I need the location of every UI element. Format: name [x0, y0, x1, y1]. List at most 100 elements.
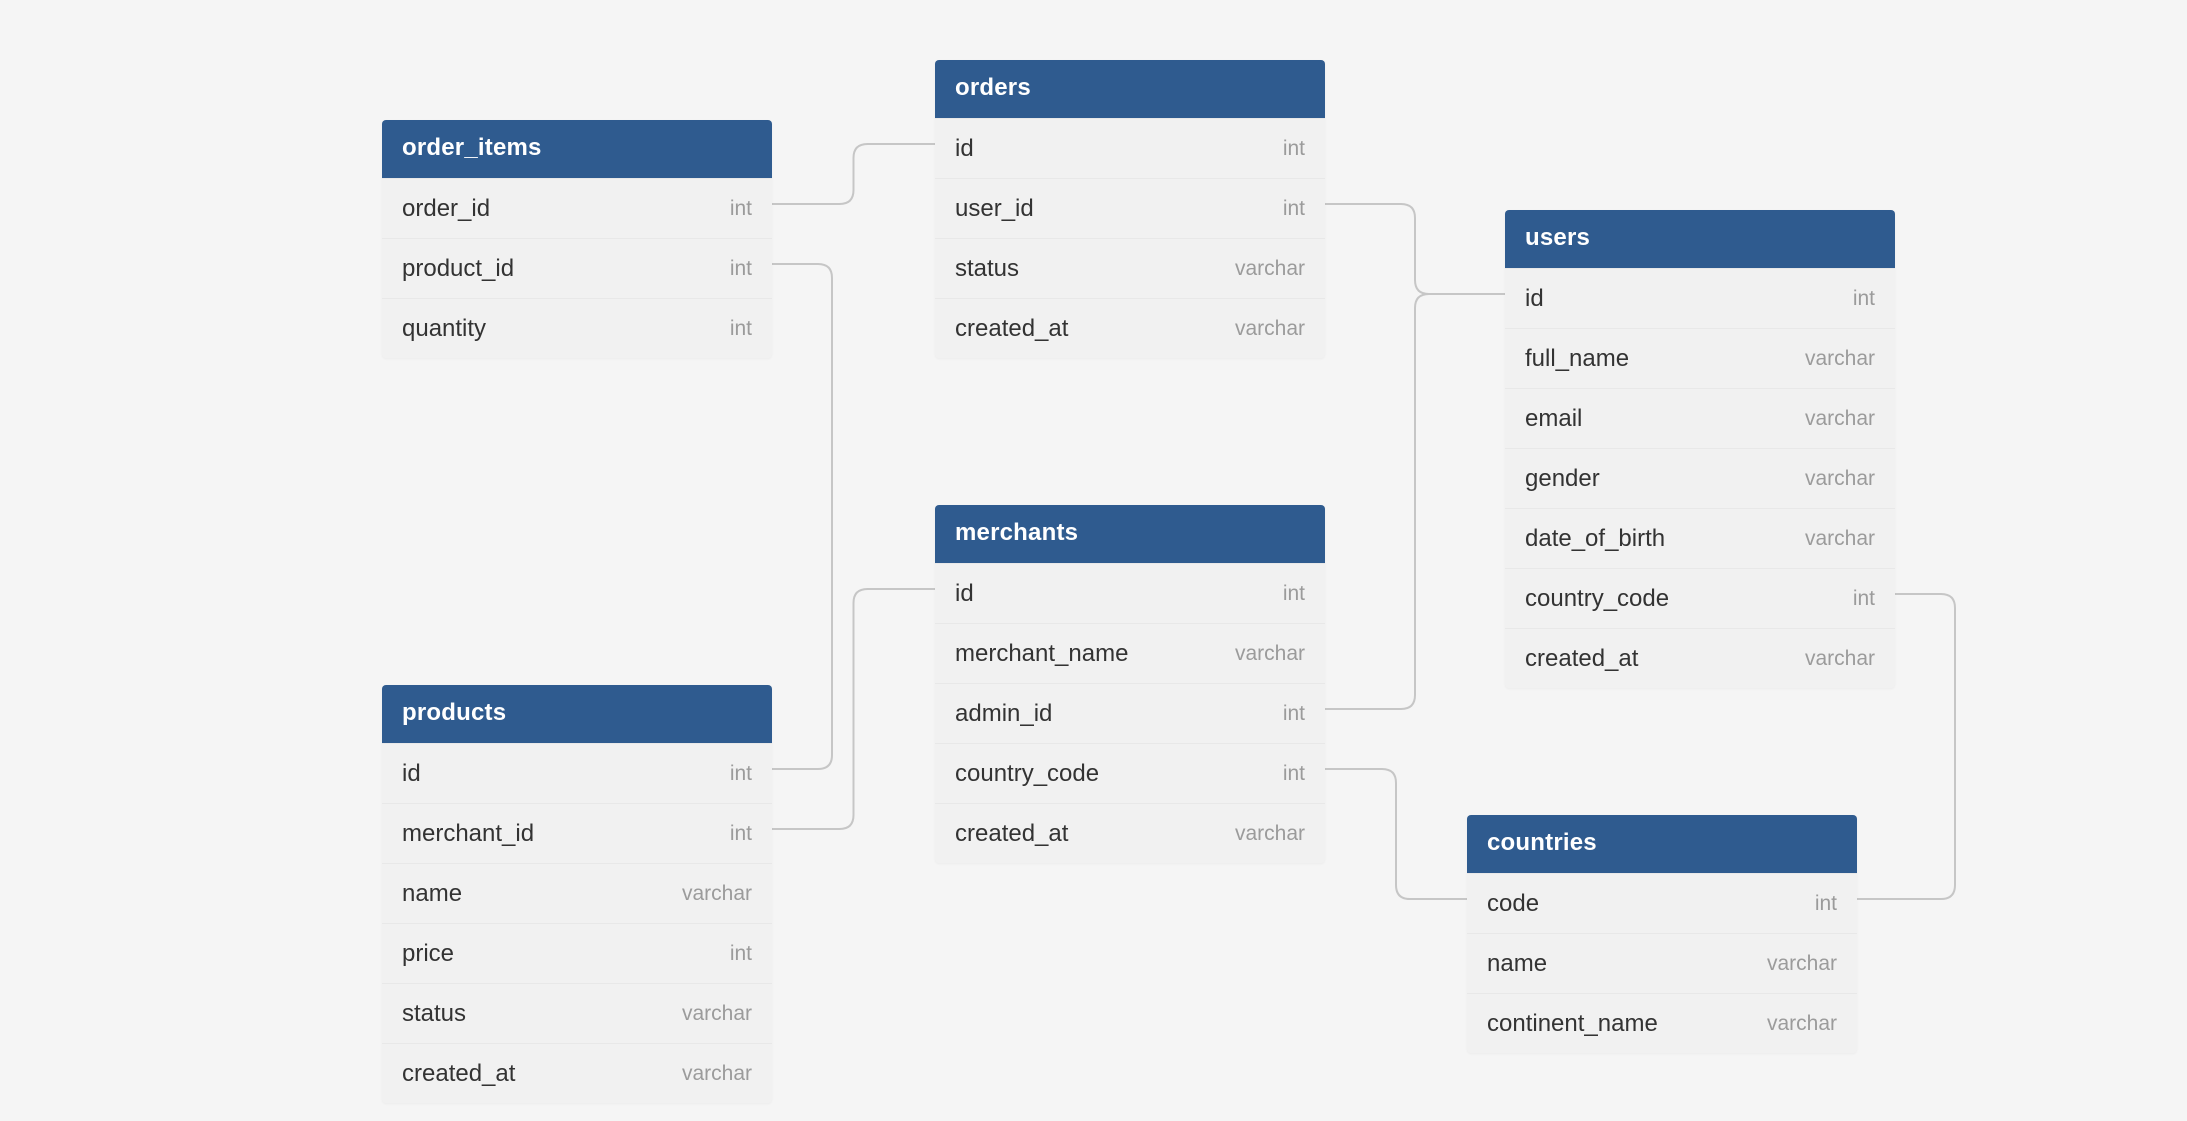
column-type: varchar [1805, 407, 1875, 431]
column-name: merchant_id [402, 820, 534, 848]
table-row[interactable]: created_at varchar [1505, 628, 1895, 688]
column-name: created_at [402, 1060, 515, 1088]
column-name: user_id [955, 195, 1034, 223]
column-type: int [1283, 137, 1305, 161]
column-name: status [402, 1000, 466, 1028]
column-type: varchar [1767, 1012, 1837, 1036]
table-row[interactable]: continent_name varchar [1467, 993, 1857, 1053]
table-row[interactable]: order_id int [382, 178, 772, 238]
column-type: int [730, 822, 752, 846]
column-name: order_id [402, 195, 490, 223]
column-type: int [730, 942, 752, 966]
column-name: country_code [1525, 585, 1669, 613]
table-row[interactable]: status varchar [382, 983, 772, 1043]
column-name: name [1487, 950, 1547, 978]
relation-connector [1325, 294, 1505, 709]
column-type: varchar [1805, 527, 1875, 551]
column-type: varchar [1235, 822, 1305, 846]
column-type: int [1283, 197, 1305, 221]
table-row[interactable]: code int [1467, 873, 1857, 933]
table-row[interactable]: gender varchar [1505, 448, 1895, 508]
table-row[interactable]: id int [382, 743, 772, 803]
relation-connector [1325, 204, 1505, 294]
column-type: int [1853, 587, 1875, 611]
table-header: order_items [382, 120, 772, 178]
table-row[interactable]: status varchar [935, 238, 1325, 298]
table-row[interactable]: id int [1505, 268, 1895, 328]
column-type: int [730, 317, 752, 341]
column-type: varchar [1235, 317, 1305, 341]
table-products[interactable]: products id int merchant_id int name var… [382, 685, 772, 1103]
table-row[interactable]: name varchar [1467, 933, 1857, 993]
column-type: varchar [1805, 347, 1875, 371]
column-type: varchar [1235, 642, 1305, 666]
column-type: varchar [1805, 467, 1875, 491]
table-row[interactable]: name varchar [382, 863, 772, 923]
column-name: admin_id [955, 700, 1052, 728]
table-order-items[interactable]: order_items order_id int product_id int … [382, 120, 772, 358]
column-name: id [1525, 285, 1544, 313]
table-row[interactable]: email varchar [1505, 388, 1895, 448]
column-name: full_name [1525, 345, 1629, 373]
relation-connector [772, 144, 935, 204]
column-type: varchar [1235, 257, 1305, 281]
table-row[interactable]: id int [935, 563, 1325, 623]
table-row[interactable]: created_at varchar [935, 298, 1325, 358]
column-type: int [1815, 892, 1837, 916]
column-type: int [1853, 287, 1875, 311]
table-row[interactable]: id int [935, 118, 1325, 178]
column-name: price [402, 940, 454, 968]
table-header: merchants [935, 505, 1325, 563]
column-type: int [1283, 762, 1305, 786]
column-name: quantity [402, 315, 486, 343]
column-type: int [730, 257, 752, 281]
table-row[interactable]: created_at varchar [382, 1043, 772, 1103]
column-name: date_of_birth [1525, 525, 1665, 553]
column-type: varchar [1767, 952, 1837, 976]
column-name: gender [1525, 465, 1600, 493]
relation-connector [772, 589, 935, 829]
table-row[interactable]: merchant_id int [382, 803, 772, 863]
table-row[interactable]: full_name varchar [1505, 328, 1895, 388]
table-row[interactable]: country_code int [1505, 568, 1895, 628]
column-name: name [402, 880, 462, 908]
column-name: country_code [955, 760, 1099, 788]
table-row[interactable]: date_of_birth varchar [1505, 508, 1895, 568]
table-row[interactable]: price int [382, 923, 772, 983]
table-countries[interactable]: countries code int name varchar continen… [1467, 815, 1857, 1053]
column-type: varchar [682, 1062, 752, 1086]
table-row[interactable]: product_id int [382, 238, 772, 298]
column-type: varchar [682, 1002, 752, 1026]
column-name: email [1525, 405, 1582, 433]
table-row[interactable]: country_code int [935, 743, 1325, 803]
column-name: created_at [1525, 645, 1638, 673]
table-row[interactable]: merchant_name varchar [935, 623, 1325, 683]
table-header: products [382, 685, 772, 743]
table-row[interactable]: admin_id int [935, 683, 1325, 743]
column-name: merchant_name [955, 640, 1128, 668]
column-type: varchar [682, 882, 752, 906]
table-merchants[interactable]: merchants id int merchant_name varchar a… [935, 505, 1325, 863]
column-type: int [1283, 702, 1305, 726]
table-header: users [1505, 210, 1895, 268]
column-name: created_at [955, 820, 1068, 848]
column-name: status [955, 255, 1019, 283]
column-name: id [955, 135, 974, 163]
table-users[interactable]: users id int full_name varchar email var… [1505, 210, 1895, 688]
table-row[interactable]: quantity int [382, 298, 772, 358]
column-name: product_id [402, 255, 514, 283]
table-orders[interactable]: orders id int user_id int status varchar… [935, 60, 1325, 358]
column-type: varchar [1805, 647, 1875, 671]
relation-connector [772, 264, 832, 769]
column-name: created_at [955, 315, 1068, 343]
column-type: int [1283, 582, 1305, 606]
column-type: int [730, 197, 752, 221]
column-name: continent_name [1487, 1010, 1658, 1038]
relation-connector [1325, 769, 1467, 899]
column-name: id [955, 580, 974, 608]
table-row[interactable]: created_at varchar [935, 803, 1325, 863]
table-header: countries [1467, 815, 1857, 873]
column-type: int [730, 762, 752, 786]
er-diagram-canvas[interactable]: order_items order_id int product_id int … [0, 0, 2187, 1121]
table-row[interactable]: user_id int [935, 178, 1325, 238]
